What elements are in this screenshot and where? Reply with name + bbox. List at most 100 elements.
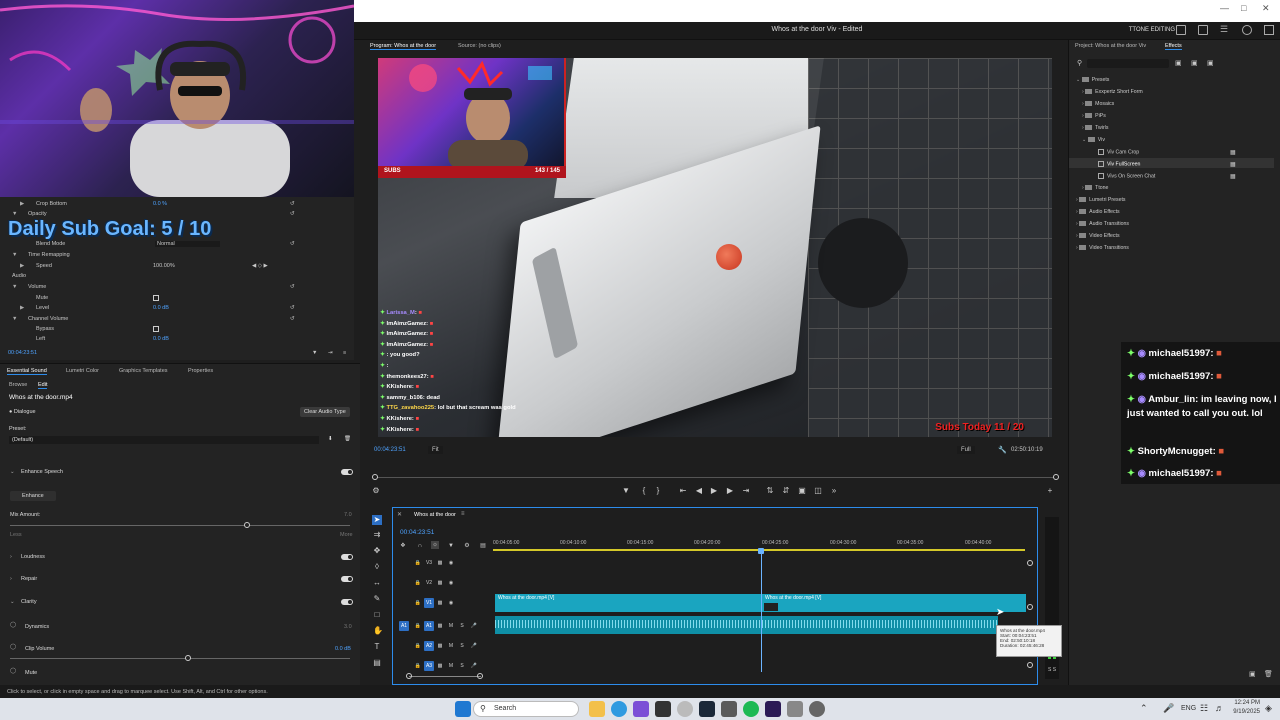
tree-item-audio-effects[interactable]: › Audio Effects — [1076, 209, 1120, 215]
subtab-edit[interactable]: Edit — [38, 382, 48, 389]
track-label-v3[interactable]: V3 — [424, 558, 434, 568]
ripple-edit-icon[interactable]: ✥ — [373, 547, 381, 555]
razor-tool-icon[interactable]: ◊ — [373, 563, 381, 571]
eye-icon[interactable]: ◉ — [446, 598, 456, 608]
clarity-section[interactable]: Clarity — [21, 599, 37, 605]
file-explorer-icon[interactable] — [589, 701, 605, 717]
clip-volume-slider[interactable] — [10, 658, 350, 659]
dynamics-value[interactable]: 3.0 — [344, 624, 352, 630]
premiere-pro-icon[interactable] — [765, 701, 781, 717]
lock-icon[interactable]: 🔒 — [413, 598, 423, 608]
keyframe-nav-icon[interactable]: ◀ ◇ ▶ — [252, 263, 268, 269]
scrubber-end-handle[interactable] — [1053, 474, 1059, 480]
taskbar-search[interactable]: ⚲ Search — [473, 701, 579, 717]
reset-icon[interactable]: ↺ — [290, 284, 295, 290]
wrench-icon[interactable]: ⚙ — [463, 542, 471, 550]
play-icon[interactable]: ▶ — [710, 487, 718, 495]
mute-checkbox[interactable] — [153, 295, 159, 301]
new-bin-icon[interactable]: ▣ — [1249, 670, 1256, 678]
fullscreen-icon[interactable] — [1264, 25, 1274, 35]
reset-icon[interactable]: ↺ — [290, 211, 295, 217]
search-icon[interactable] — [1242, 25, 1252, 35]
repair-section[interactable]: Repair — [21, 576, 37, 582]
tree-item-ttone[interactable]: › Ttone — [1082, 185, 1108, 191]
lock-icon[interactable]: 🔒 — [413, 621, 423, 631]
sync-lock-icon[interactable]: ▩ — [435, 558, 445, 568]
loudness-toggle[interactable] — [341, 554, 353, 560]
track-select-icon[interactable]: ⇉ — [373, 531, 381, 539]
chevron-down-icon[interactable]: ⌄ — [10, 469, 15, 475]
vertical-scroll-handle[interactable] — [1027, 560, 1033, 566]
mark-in-icon[interactable]: { — [640, 487, 648, 495]
tab-project[interactable]: Project: Whos at the door Viv — [1075, 43, 1146, 49]
type-tool-icon[interactable]: T — [373, 643, 381, 651]
tree-item-viv-cam-crop[interactable]: Viv Cam Crop — [1098, 149, 1139, 155]
tree-item-viv[interactable]: ⌄ Viv — [1082, 137, 1105, 143]
wrench-icon[interactable]: 🔧 — [998, 446, 1007, 454]
clip-volume-knob[interactable] — [185, 655, 191, 661]
step-back-icon[interactable]: ◀ — [695, 487, 703, 495]
menu-icon[interactable]: ☰ — [1220, 24, 1230, 34]
32bit-effects-icon[interactable]: ▣ — [1191, 59, 1198, 67]
solo-track-button[interactable]: S — [457, 621, 467, 631]
magnet-snap-icon[interactable]: ∩ — [416, 542, 424, 550]
sync-lock-icon[interactable]: ▩ — [435, 661, 445, 671]
eye-icon[interactable]: ◉ — [446, 578, 456, 588]
go-to-out-icon[interactable]: ⇥ — [742, 487, 750, 495]
tree-item-exxpertz[interactable]: › Exxpertz Short Form — [1082, 89, 1143, 95]
video-clip[interactable]: Whos at the door.mp4 [V] — [495, 594, 761, 612]
program-timecode[interactable]: 00:04:23:51 — [374, 447, 406, 453]
track-label-v2[interactable]: V2 — [424, 578, 434, 588]
reset-icon[interactable]: ↺ — [290, 316, 295, 322]
mute-track-button[interactable]: M — [446, 621, 456, 631]
tab-essential-sound[interactable]: Essential Sound — [7, 368, 47, 375]
share-icon[interactable] — [1198, 25, 1208, 35]
sync-lock-icon[interactable]: ▩ — [435, 578, 445, 588]
microphone-icon[interactable]: 🎤 — [1163, 703, 1174, 714]
enhance-button[interactable]: Enhance — [10, 491, 56, 501]
reset-icon[interactable]: ↺ — [290, 241, 295, 247]
vertical-scroll-handle[interactable] — [1027, 604, 1033, 610]
windows-start-icon[interactable] — [455, 701, 471, 717]
caption-tool-icon[interactable]: ▤ — [373, 659, 381, 667]
notification-icon[interactable]: ◈ — [1265, 703, 1272, 714]
playhead[interactable] — [761, 548, 762, 672]
eye-icon[interactable]: ◉ — [446, 558, 456, 568]
extract-icon[interactable]: ⇵ — [782, 487, 790, 495]
sync-lock-icon[interactable]: ▩ — [435, 598, 445, 608]
program-video-frame[interactable]: SUBS 143 / 145 ✦ Larissa_M: ■ ✦ ImAimzGa… — [378, 58, 1052, 437]
playhead-handle[interactable] — [758, 548, 764, 554]
close-icon[interactable]: ✕ — [397, 511, 402, 518]
linked-selection-icon[interactable]: ☼ — [431, 541, 439, 549]
mute-track-button[interactable]: M — [446, 641, 456, 651]
tab-lumetri-color[interactable]: Lumetri Color — [66, 368, 99, 374]
mute-track-button[interactable]: M — [446, 661, 456, 671]
edge-icon[interactable] — [611, 701, 627, 717]
settings-icon[interactable]: ≡ — [343, 350, 346, 356]
preset-select[interactable]: (Default) — [9, 436, 319, 444]
captions-icon[interactable]: ▤ — [479, 542, 487, 550]
track-label-a3[interactable]: A3 — [424, 661, 434, 671]
tree-item-mosaics[interactable]: › Mosaics — [1082, 101, 1114, 107]
effects-search-input[interactable] — [1087, 59, 1169, 68]
browser-icon[interactable] — [677, 701, 693, 717]
timeline-timecode[interactable]: 00:04:23:51 — [400, 529, 434, 536]
mix-amount-value[interactable]: 7.0 — [344, 512, 352, 518]
sync-lock-icon[interactable]: ▩ — [435, 641, 445, 651]
loudness-section[interactable]: Loudness — [21, 554, 45, 560]
audio-clip[interactable] — [762, 616, 998, 634]
reset-icon[interactable]: ↺ — [290, 305, 295, 311]
network-icon[interactable]: ☷ — [1200, 703, 1208, 714]
filter-icon[interactable]: ▼ — [312, 350, 317, 356]
program-scrubber[interactable] — [373, 477, 1057, 478]
repair-toggle[interactable] — [341, 576, 353, 582]
chevron-right-icon[interactable]: › — [10, 576, 12, 582]
audio-clip[interactable] — [495, 616, 761, 634]
delete-icon[interactable]: 🗑 — [1264, 670, 1273, 678]
tab-graphics-templates[interactable]: Graphics Templates — [119, 368, 168, 374]
delete-preset-icon[interactable]: 🗑 — [344, 436, 351, 442]
app-icon[interactable] — [721, 701, 737, 717]
meter-solo-labels[interactable]: S S — [1048, 667, 1056, 673]
settings-icon[interactable]: ⚙ — [372, 487, 380, 495]
maximize-icon[interactable]: □ — [1241, 3, 1246, 13]
